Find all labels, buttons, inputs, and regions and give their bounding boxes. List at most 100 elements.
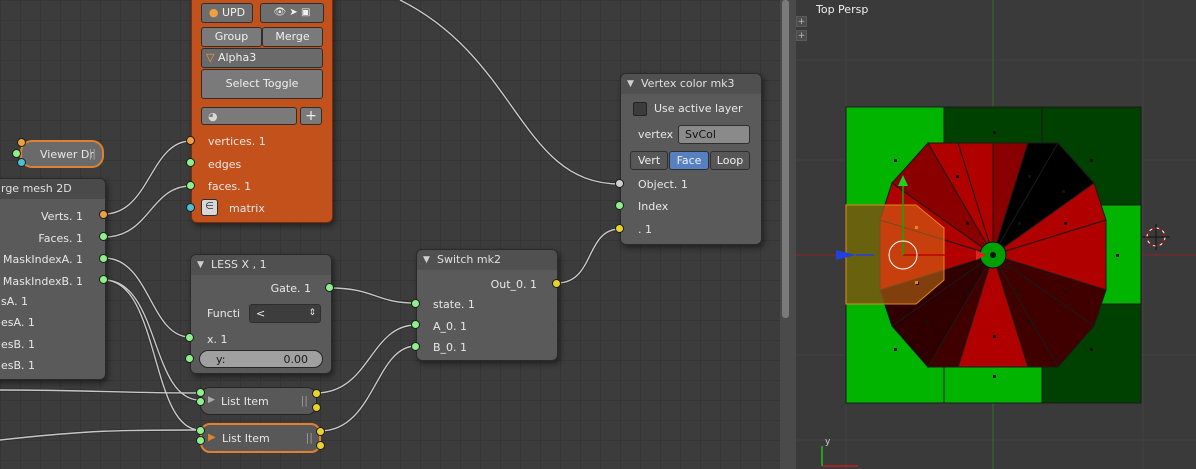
dropdown-arrows-icon: ⇕ (308, 308, 316, 318)
node-editor-scrollbar[interactable] (782, 0, 789, 318)
less-node-header: ▼ LESS X , 1 (191, 255, 331, 275)
view-toggle-group[interactable]: 👁 ➤ ▣ (260, 3, 324, 23)
color-input-label: . 1 (638, 223, 652, 236)
gate-socket[interactable] (325, 283, 334, 292)
add-button[interactable]: + (300, 107, 322, 125)
group-button[interactable]: Group (201, 27, 262, 47)
maskindexb-output-label: MaskIndexB. 1 (2, 275, 83, 288)
vertex-label: vertex (638, 128, 674, 141)
edges-output-label: edges (208, 158, 242, 171)
update-button[interactable]: ● UPD (201, 3, 253, 23)
y-value: 0.00 (283, 353, 309, 366)
faces-socket[interactable] (186, 181, 195, 190)
maskindexa-output-label: MaskIndexA. 1 (3, 253, 83, 266)
3d-viewport[interactable]: + + Top Persp y (796, 0, 1196, 469)
viewport-scene (796, 0, 1196, 469)
switch-node-header: ▼ Switch mk2 (417, 250, 557, 270)
object-socket[interactable] (615, 179, 624, 188)
x-socket[interactable] (185, 333, 194, 342)
list-item-1-in-1[interactable] (196, 388, 205, 397)
list-item-2-out-2[interactable] (316, 441, 325, 450)
less-node[interactable]: ▼ LESS X , 1 Gate. 1 Functi < ⇕ x. 1 y: … (190, 254, 332, 374)
list-item-1-out-2[interactable] (312, 403, 321, 412)
merge-mesh-2d-node[interactable]: rge mesh 2D Verts. 1 Faces. 1 MaskIndexA… (0, 178, 106, 380)
cursor-icon: ➤ (289, 7, 298, 18)
faces-output-label: Faces. 1 (38, 232, 83, 245)
list-item-1-out-1[interactable] (312, 389, 321, 398)
merge-button[interactable]: Merge (262, 27, 323, 47)
collapse-arrow-icon[interactable]: ▼ (423, 255, 430, 265)
vertex-color-title: Vertex color mk3 (641, 77, 735, 90)
viewer-matrix-socket[interactable] (17, 158, 26, 167)
out-socket[interactable] (552, 279, 561, 288)
y-value-slider[interactable]: y: 0.00 (199, 350, 323, 368)
vertex-color-node[interactable]: ▼ Vertex color mk3 Use active layer vert… (620, 73, 762, 245)
object-list-item[interactable]: ▽ Alpha3 (201, 48, 323, 68)
vertex-color-layer-value: SvCol (685, 128, 716, 141)
grip-icon: || (88, 147, 96, 160)
merge-mesh-title: rge mesh 2D (1, 182, 72, 195)
list-item-2-title: List Item (222, 432, 270, 445)
eye-icon: 👁 (273, 7, 287, 18)
grip-icon: || (305, 431, 313, 444)
collapse-arrow-icon[interactable]: ▶ (208, 432, 216, 443)
input-label-1: sA. 1 (1, 295, 29, 308)
matrix-socket[interactable] (186, 203, 195, 212)
index-socket[interactable] (615, 201, 624, 210)
collapse-arrow-icon[interactable]: ▶ (208, 395, 215, 405)
list-item-2-in-1[interactable] (196, 426, 205, 435)
a0-socket[interactable] (411, 320, 420, 329)
function-label: Functi (207, 307, 241, 320)
maskindexa-socket[interactable] (99, 254, 108, 263)
merge-mesh-header: rge mesh 2D (0, 179, 105, 199)
matrix-icon: ∈ (201, 199, 218, 216)
list-item-1-in-2[interactable] (196, 397, 205, 406)
vertex-color-header: ▼ Vertex color mk3 (621, 74, 761, 94)
switch-node[interactable]: ▼ Switch mk2 Out_0. 1 state. 1 A_0. 1 B_… (416, 249, 558, 361)
color-socket[interactable] (615, 224, 624, 233)
list-item-node-2[interactable]: ▶ List Item || (200, 423, 321, 453)
select-toggle-button[interactable]: Select Toggle (201, 69, 323, 99)
node-editor[interactable]: ● UPD 👁 ➤ ▣ Group Merge ▽ Alpha3 Select … (0, 0, 780, 469)
collapse-arrow-icon[interactable]: ▼ (197, 260, 204, 270)
list-item-node-1[interactable]: ▶ List Item || (200, 387, 317, 415)
less-node-title: LESS X , 1 (211, 258, 267, 271)
object-picker[interactable]: ◕ (201, 107, 297, 125)
mode-loop-button[interactable]: Loop (710, 151, 750, 170)
use-active-layer-label: Use active layer (654, 102, 743, 115)
object-input-label: Object. 1 (638, 178, 688, 191)
axis-y-label: y (825, 437, 831, 447)
update-button-label: UPD (221, 6, 246, 19)
b0-socket[interactable] (411, 342, 420, 351)
vertices-socket[interactable] (186, 136, 195, 145)
y-socket[interactable] (185, 354, 194, 363)
object-in-node[interactable]: ● UPD 👁 ➤ ▣ Group Merge ▽ Alpha3 Select … (191, 0, 333, 223)
list-item-1-title: List Item (221, 395, 269, 408)
collapse-arrow-icon[interactable]: ▼ (627, 79, 634, 89)
mode-face-button[interactable]: Face (669, 151, 709, 170)
verts-socket[interactable] (99, 210, 108, 219)
input-label-2: esA. 1 (1, 316, 35, 329)
mode-vert-button[interactable]: Vert (630, 151, 668, 170)
viewer-vertices-socket[interactable] (17, 138, 26, 147)
faces-socket-merge[interactable] (99, 232, 108, 241)
edges-socket[interactable] (186, 158, 195, 167)
vertex-color-layer-field[interactable]: SvCol (678, 125, 750, 144)
maskindexb-socket[interactable] (99, 275, 108, 284)
viewer-edges-socket[interactable] (12, 149, 21, 158)
region-toggle-plus-icon-2[interactable]: + (796, 30, 807, 41)
region-toggle-plus-icon[interactable]: + (796, 16, 807, 27)
faces-output-label: faces. 1 (208, 180, 252, 193)
mesh-icon: ▽ (206, 51, 215, 64)
use-active-layer-checkbox[interactable] (633, 102, 647, 116)
state-socket[interactable] (411, 299, 420, 308)
verts-output-label: Verts. 1 (41, 210, 83, 223)
list-item-2-out-1[interactable] (316, 427, 325, 436)
function-value: < (256, 307, 266, 320)
viewer-draw-node[interactable]: Viewer Dr || (20, 140, 104, 168)
list-item-2-in-2[interactable] (196, 436, 205, 445)
viewport-title: Top Persp (816, 3, 869, 16)
function-dropdown[interactable]: < ⇕ (249, 304, 321, 323)
vertices-output-label: vertices. 1 (208, 135, 266, 148)
out-output-label: Out_0. 1 (490, 278, 537, 291)
